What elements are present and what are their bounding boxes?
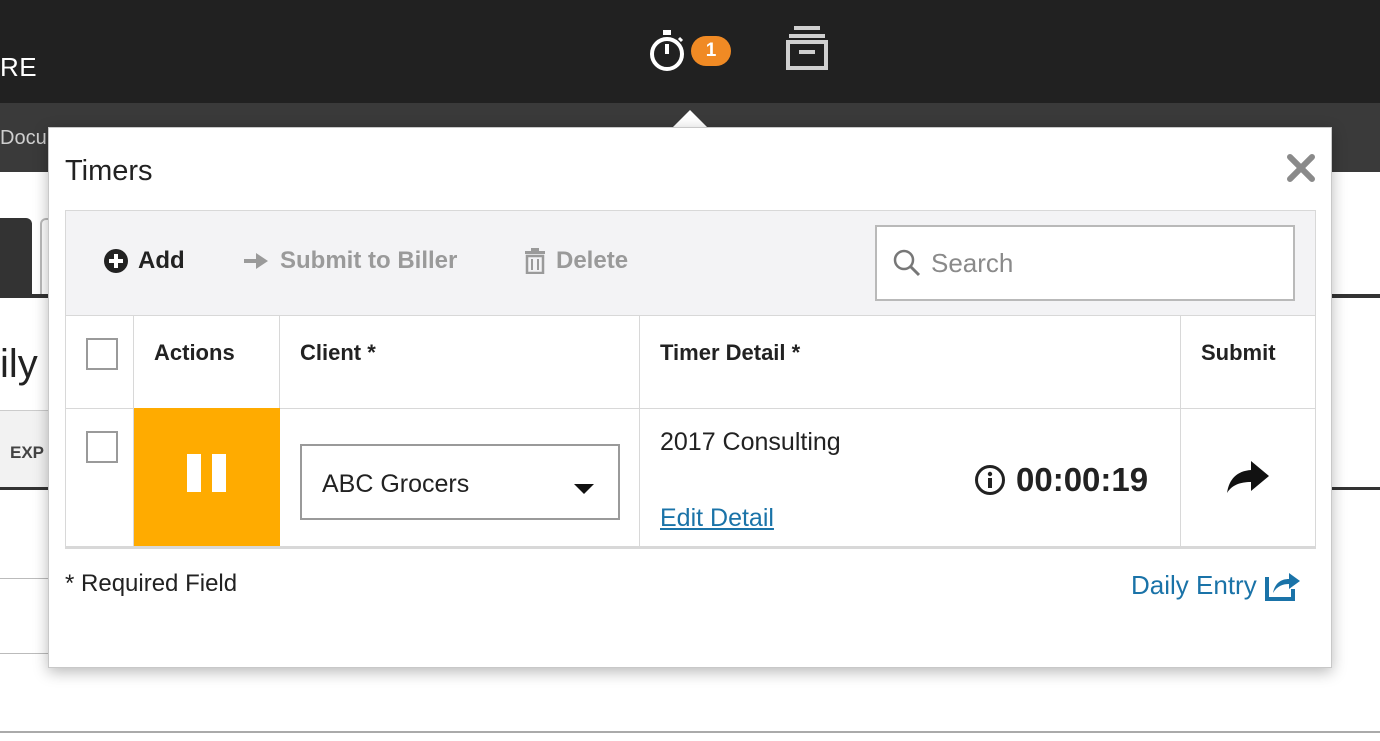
top-navigation-bar: RE 1 <box>0 0 1380 103</box>
background-rule <box>0 294 48 298</box>
elapsed-time: 00:00:19 <box>974 461 1148 499</box>
select-all-checkbox[interactable] <box>86 338 118 370</box>
client-cell: ABC Grocers <box>280 408 640 546</box>
client-select[interactable]: ABC Grocers <box>300 444 620 520</box>
timers-popover: Timers Add Submit to Biller Delete Searc… <box>48 127 1332 668</box>
subnav-item[interactable]: Docu <box>0 127 47 150</box>
row-checkbox[interactable] <box>86 431 118 463</box>
close-icon <box>1287 154 1315 182</box>
background-tab-label[interactable]: EXP <box>10 443 44 463</box>
elapsed-time-value: 00:00:19 <box>1016 461 1149 498</box>
daily-entry-label: Daily Entry <box>1131 569 1257 600</box>
background-rule <box>0 487 48 490</box>
share-arrow-icon <box>1227 461 1269 493</box>
submit-to-biller-label: Submit to Biller <box>280 247 458 274</box>
timers-table: Actions Client * Timer Detail * Submit A… <box>65 316 1316 549</box>
popover-title: Timers <box>65 155 153 187</box>
submit-to-biller-button[interactable]: Submit to Biller <box>244 247 457 275</box>
search-input[interactable] <box>931 247 1271 279</box>
timer-detail-text: 2017 Consulting <box>660 428 841 456</box>
add-button[interactable]: Add <box>104 247 185 275</box>
arrow-right-icon <box>244 253 268 269</box>
background-rule <box>1332 294 1380 298</box>
row-select-cell <box>66 408 134 546</box>
archive-nav-button[interactable] <box>784 26 834 72</box>
trash-icon <box>525 248 545 274</box>
background-page-heading: ily <box>0 342 38 386</box>
delete-button[interactable]: Delete <box>524 247 628 275</box>
close-button[interactable] <box>1285 152 1317 184</box>
submit-cell <box>1181 408 1316 546</box>
timer-count-badge: 1 <box>691 36 731 66</box>
add-label: Add <box>138 247 185 274</box>
delete-label: Delete <box>556 247 629 274</box>
client-select-value: ABC Grocers <box>322 470 470 498</box>
stopwatch-icon <box>650 30 684 71</box>
select-all-header <box>66 316 134 408</box>
timers-toolbar: Add Submit to Biller Delete <box>65 210 1316 316</box>
plus-circle-icon <box>104 249 128 273</box>
table-bottom-border <box>66 546 1316 549</box>
search-box <box>875 225 1295 301</box>
popover-caret <box>672 110 708 128</box>
timers-nav-button[interactable]: 1 <box>648 30 738 72</box>
column-header-client: Client * <box>280 316 640 408</box>
background-divider <box>0 653 48 654</box>
column-header-timer-detail: Timer Detail * <box>640 316 1181 408</box>
search-icon <box>893 249 921 277</box>
chevron-down-icon <box>574 484 594 494</box>
column-header-submit: Submit <box>1201 340 1276 365</box>
background-rule <box>1332 487 1380 490</box>
pause-timer-button[interactable] <box>134 408 280 546</box>
background-divider <box>0 731 1380 733</box>
background-tab-active[interactable] <box>0 218 32 296</box>
column-header-actions: Actions <box>134 316 280 408</box>
background-divider <box>0 578 48 579</box>
submit-row-button[interactable] <box>1225 459 1271 500</box>
edit-detail-link[interactable]: Edit Detail <box>660 504 774 533</box>
info-icon[interactable] <box>974 464 1006 496</box>
daily-entry-link[interactable]: Daily Entry <box>1131 569 1301 601</box>
timer-detail-cell: 2017 Consulting Edit Detail 00:00:19 <box>640 408 1181 546</box>
brand-name: RE <box>0 52 38 82</box>
external-link-icon <box>1264 573 1300 601</box>
archive-icon <box>786 26 828 70</box>
required-field-note: * Required Field <box>65 570 238 597</box>
